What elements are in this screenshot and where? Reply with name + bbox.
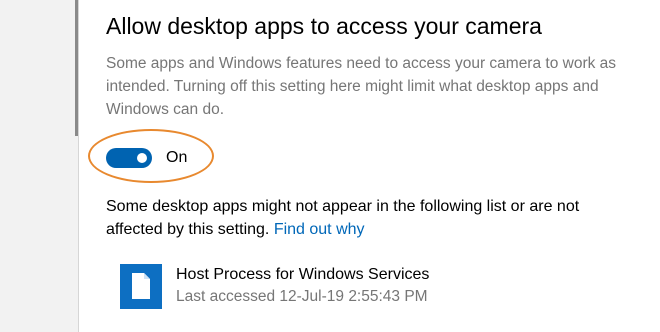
desktop-apps-note: Some desktop apps might not appear in th… <box>106 195 626 241</box>
settings-page: Allow desktop apps to access your camera… <box>0 0 660 332</box>
section-title: Allow desktop apps to access your camera <box>106 13 542 39</box>
list-item: Host Process for Windows Services Last a… <box>120 262 620 310</box>
find-out-why-link[interactable]: Find out why <box>274 221 365 238</box>
pane-divider <box>78 0 79 332</box>
desktop-apps-camera-toggle[interactable] <box>106 148 152 168</box>
section-description: Some apps and Windows features need to a… <box>106 55 617 118</box>
app-name: Host Process for Windows Services <box>176 266 430 283</box>
document-icon <box>120 264 162 309</box>
app-last-accessed: Last accessed 12-Jul-19 2:55:43 PM <box>176 288 428 305</box>
toggle-knob <box>137 153 147 163</box>
toggle-state-label: On <box>166 149 188 166</box>
navigation-pane <box>0 0 78 332</box>
